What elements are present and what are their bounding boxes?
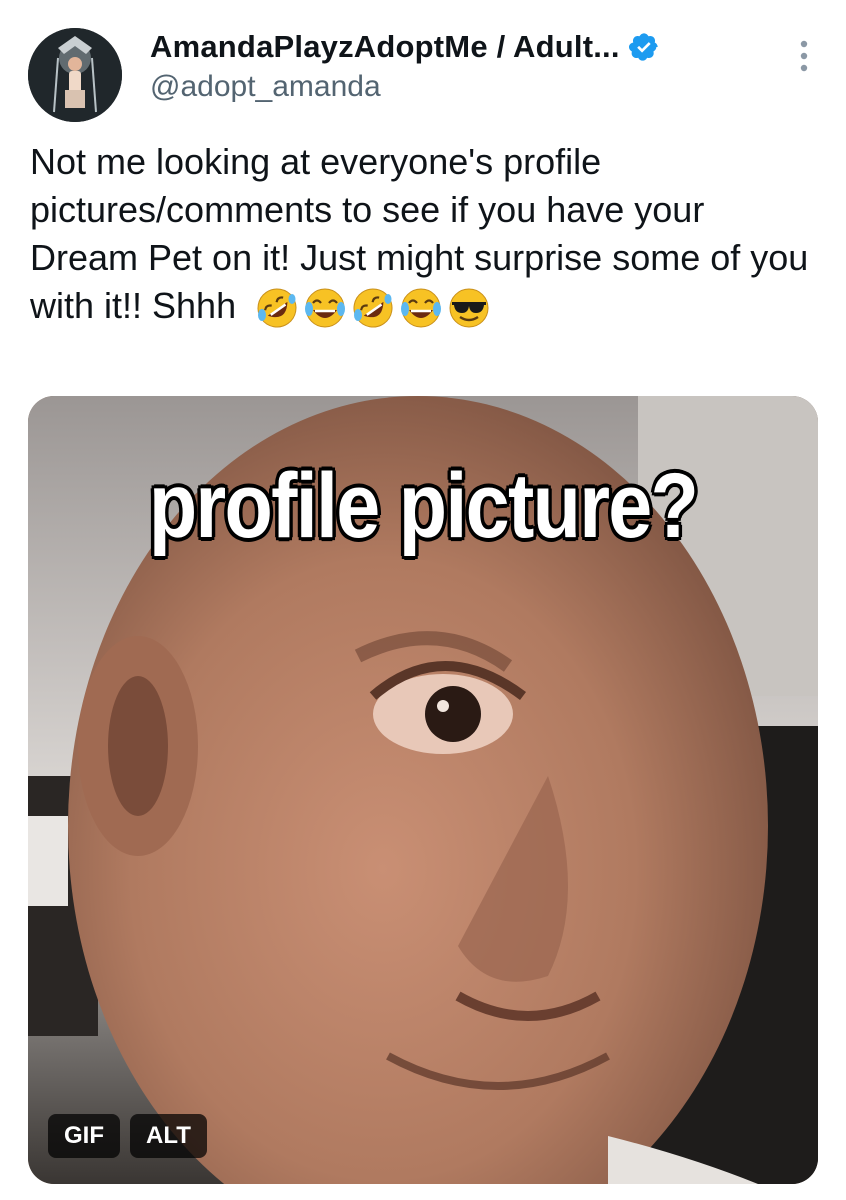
emoji-group xyxy=(254,285,492,331)
avatar-image xyxy=(28,28,122,122)
tweet-text: Not me looking at everyone's profile pic… xyxy=(30,138,820,331)
meme-caption: profile picture? xyxy=(148,455,699,557)
gif-badge[interactable]: GIF xyxy=(48,1114,120,1158)
tweet-media-gif[interactable]: profile picture? GIF ALT xyxy=(28,396,818,1184)
rolling-laughing-emoji-icon xyxy=(353,288,393,328)
verified-badge-icon xyxy=(628,31,660,63)
alt-text-button[interactable]: ALT xyxy=(130,1114,207,1158)
author-handle[interactable]: @adopt_amanda xyxy=(150,70,770,104)
tears-of-joy-emoji-icon xyxy=(305,288,346,328)
rolling-laughing-emoji-icon xyxy=(257,288,297,328)
more-options-icon[interactable] xyxy=(798,38,810,74)
sunglasses-emoji-icon xyxy=(449,288,489,328)
author-avatar[interactable] xyxy=(28,28,122,122)
tweet-header: AmandaPlayzAdoptMe / Adult... @adopt_ama… xyxy=(150,28,770,104)
author-display-name[interactable]: AmandaPlayzAdoptMe / Adult... xyxy=(150,29,620,65)
tears-of-joy-emoji-icon xyxy=(401,288,442,328)
